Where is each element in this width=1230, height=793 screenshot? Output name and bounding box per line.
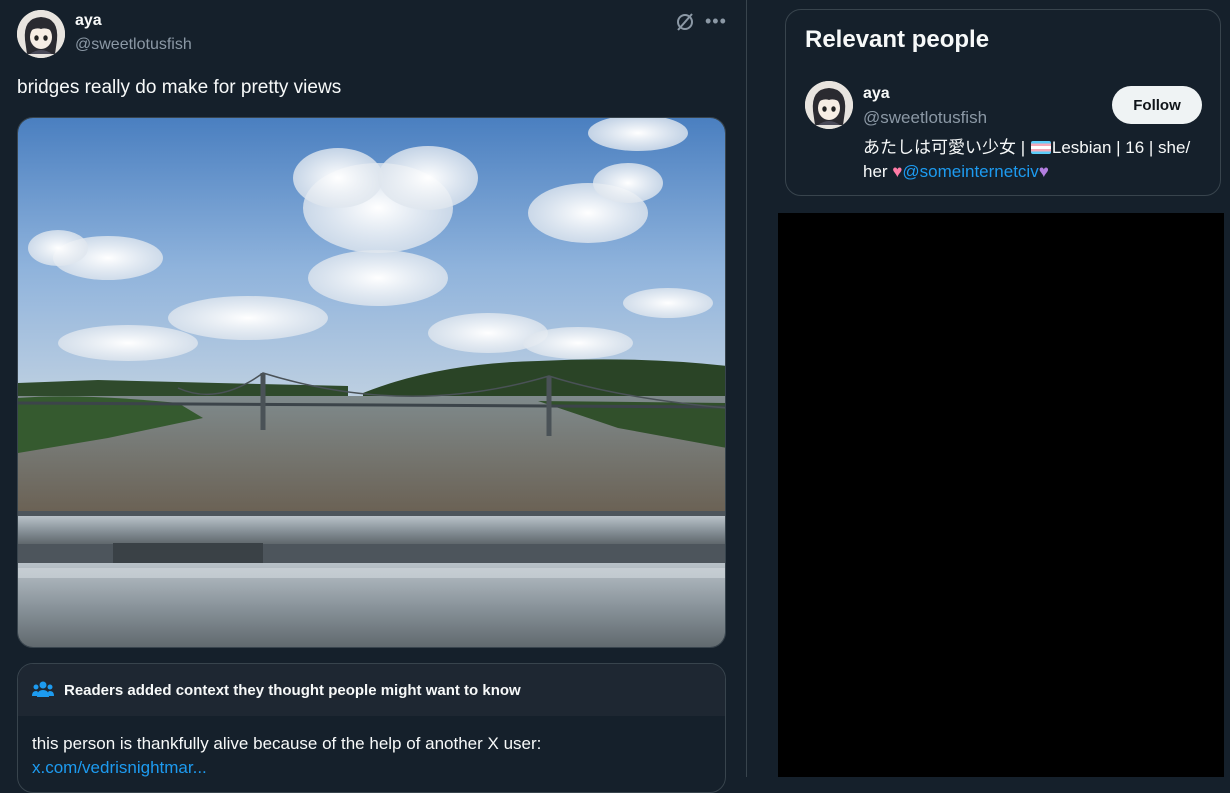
purple-heart-icon: ♥ bbox=[1038, 162, 1049, 181]
note-title: Readers added context they thought peopl… bbox=[64, 682, 521, 699]
post-text: bridges really do make for pretty views bbox=[17, 77, 342, 98]
person-handle[interactable]: @sweetlotusfish bbox=[863, 108, 987, 128]
bio-text-1: あたしは可愛い少女 | bbox=[863, 138, 1030, 157]
pink-heart-icon: ♥ bbox=[892, 162, 903, 181]
people-icon bbox=[32, 680, 54, 700]
grok-icon[interactable] bbox=[675, 12, 695, 32]
post-column: aya @sweetlotusfish ••• bridges really d… bbox=[0, 0, 747, 793]
note-body: this person is thankfully alive because … bbox=[18, 716, 725, 780]
author-handle[interactable]: @sweetlotusfish bbox=[75, 36, 192, 54]
avatar[interactable] bbox=[805, 81, 853, 129]
bio-mention-link[interactable]: @someinternetciv bbox=[902, 162, 1038, 181]
relevant-people-title: Relevant people bbox=[805, 26, 990, 53]
community-note: Readers added context they thought peopl… bbox=[17, 663, 726, 793]
relevant-people-card: Relevant people aya @sweetlotusfish Foll… bbox=[785, 9, 1221, 196]
avatar[interactable] bbox=[17, 10, 65, 58]
note-text: this person is thankfully alive because … bbox=[32, 734, 542, 753]
person-name[interactable]: aya bbox=[863, 85, 890, 103]
note-header: Readers added context they thought peopl… bbox=[18, 664, 725, 716]
sidebar-black-panel bbox=[778, 213, 1224, 777]
person-bio: あたしは可愛い少女 | Lesbian | 16 | she/ her ♥@so… bbox=[863, 136, 1203, 184]
trans-flag-icon bbox=[1030, 141, 1051, 154]
more-icon[interactable]: ••• bbox=[705, 12, 727, 32]
post-photo[interactable] bbox=[17, 117, 726, 648]
follow-button[interactable]: Follow bbox=[1112, 86, 1202, 124]
author-name[interactable]: aya bbox=[75, 12, 102, 30]
note-link[interactable]: x.com/vedrisnightmar... bbox=[32, 756, 711, 780]
